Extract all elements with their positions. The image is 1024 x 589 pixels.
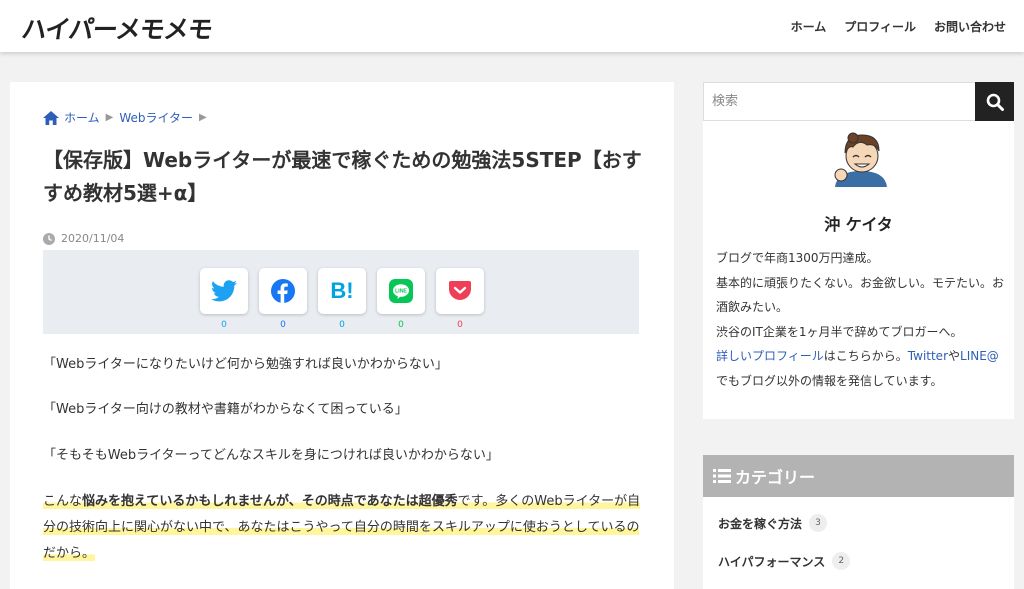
bio-line-links: 詳しいプロフィールはこちらから。TwitterやLINE@ でもブログ以外の情報…: [716, 344, 1004, 393]
search-box: [703, 82, 1014, 121]
share-facebook-button[interactable]: 0: [259, 268, 307, 330]
line-count: 0: [398, 320, 404, 330]
chevron-right-icon: ▶: [105, 112, 114, 123]
breadcrumb-home[interactable]: ホーム: [64, 109, 100, 126]
category-count: 2: [832, 552, 851, 570]
intro-paragraph: こんな悩みを抱えているかもしれませんが、その時点であなたは超優秀です。多くのWe…: [43, 489, 641, 567]
profile-widget: 沖 ケイタ ブログで年商1300万円達成。 基本的に頑張りたくない。お金欲しい。…: [703, 121, 1014, 419]
list-icon: [713, 469, 731, 483]
svg-text:LINE: LINE: [395, 289, 407, 295]
category-label[interactable]: ハイパフォーマンス: [718, 553, 825, 570]
breadcrumb-webwriter[interactable]: Webライター: [119, 109, 193, 126]
bio-text: はこちらから。: [823, 349, 908, 363]
intro-quote-1: 「Webライターになりたいけど何から勉強すれば良いかわからない」: [43, 357, 448, 372]
facebook-icon: [271, 279, 295, 303]
breadcrumb: ホーム ▶ Webライター ▶: [43, 109, 213, 126]
bio-line: 渋谷のIT企業を1ヶ月半で辞めてブロガーへ。: [716, 324, 963, 339]
twitter-count: 0: [221, 320, 227, 330]
twitter-icon: [211, 280, 237, 302]
intro-quote-2: 「Webライター向けの教材や書籍がわからなくて困っている」: [43, 402, 408, 417]
profile-detail-link[interactable]: 詳しいプロフィール: [716, 349, 824, 363]
avatar: [834, 132, 887, 187]
categories-list: お金を稼ぐ方法 3 ハイパフォーマンス 2: [703, 497, 1014, 589]
bio-text: や: [948, 349, 961, 363]
pocket-icon: [449, 281, 471, 300]
search-icon: [986, 93, 1004, 111]
search-input[interactable]: [704, 83, 976, 120]
twitter-link[interactable]: Twitter: [908, 349, 948, 363]
article-title: 【保存版】Webライターが最速で稼ぐための勉強法5STEP【おすすめ教材5選+α…: [43, 148, 642, 205]
share-pocket-button[interactable]: 0: [436, 268, 484, 330]
bio-text: でもブログ以外の情報を発信しています。: [716, 373, 943, 388]
line-icon: LINE: [389, 279, 413, 303]
category-label[interactable]: お金を稼ぐ方法: [718, 515, 802, 532]
nav-home[interactable]: ホーム: [791, 18, 827, 35]
categories-header: カテゴリー: [703, 455, 1014, 497]
share-bar: 0 0 B! 0 LINE 0 0: [43, 250, 639, 334]
share-twitter-button[interactable]: 0: [200, 268, 248, 330]
pocket-count: 0: [457, 320, 463, 330]
profile-name: 沖 ケイタ: [824, 215, 893, 234]
bio-line: 基本的に頑張りたくない。お金欲しい。モテたい。お酒飲みたい。: [716, 275, 1005, 315]
category-item[interactable]: お金を稼ぐ方法 3: [718, 514, 828, 532]
hatena-icon: B!: [330, 278, 354, 303]
clock-icon: [43, 232, 55, 245]
home-icon: [43, 110, 59, 125]
category-count: 3: [809, 514, 828, 532]
search-button[interactable]: [975, 82, 1014, 121]
categories-title: カテゴリー: [735, 468, 816, 487]
intro-quote-3: 「そもそもWebライターってどんなスキルを身につければ良いかわからない」: [43, 448, 499, 463]
global-nav: ホーム プロフィール お問い合わせ: [791, 18, 1006, 35]
category-item[interactable]: ハイパフォーマンス 2: [718, 552, 851, 570]
line-link[interactable]: LINE@: [960, 349, 999, 363]
profile-bio: ブログで年商1300万円達成。 基本的に頑張りたくない。お金欲しい。モテたい。お…: [716, 246, 1004, 393]
chevron-right-icon: ▶: [199, 112, 207, 123]
facebook-count: 0: [280, 320, 286, 330]
nav-contact[interactable]: お問い合わせ: [934, 18, 1006, 35]
site-header: ハイパーメモメモ ホーム プロフィール お問い合わせ: [0, 0, 1024, 52]
date-text: 2020/11/04: [61, 232, 125, 245]
article-container: ホーム ▶ Webライター ▶ 【保存版】Webライターが最速で稼ぐための勉強法…: [10, 82, 674, 589]
para-text-bold: 悩みを抱えているかもしれませんが、その時点であなたは超優秀: [82, 494, 458, 509]
para-text-a: こんな: [43, 494, 83, 509]
site-logo[interactable]: ハイパーメモメモ: [19, 10, 214, 46]
hatena-count: 0: [339, 320, 345, 330]
post-date: 2020/11/04: [43, 232, 124, 245]
nav-profile[interactable]: プロフィール: [844, 18, 916, 35]
share-hatena-button[interactable]: B! 0: [318, 268, 366, 330]
share-line-button[interactable]: LINE 0: [377, 268, 425, 330]
bio-line: ブログで年商1300万円達成。: [716, 251, 879, 265]
